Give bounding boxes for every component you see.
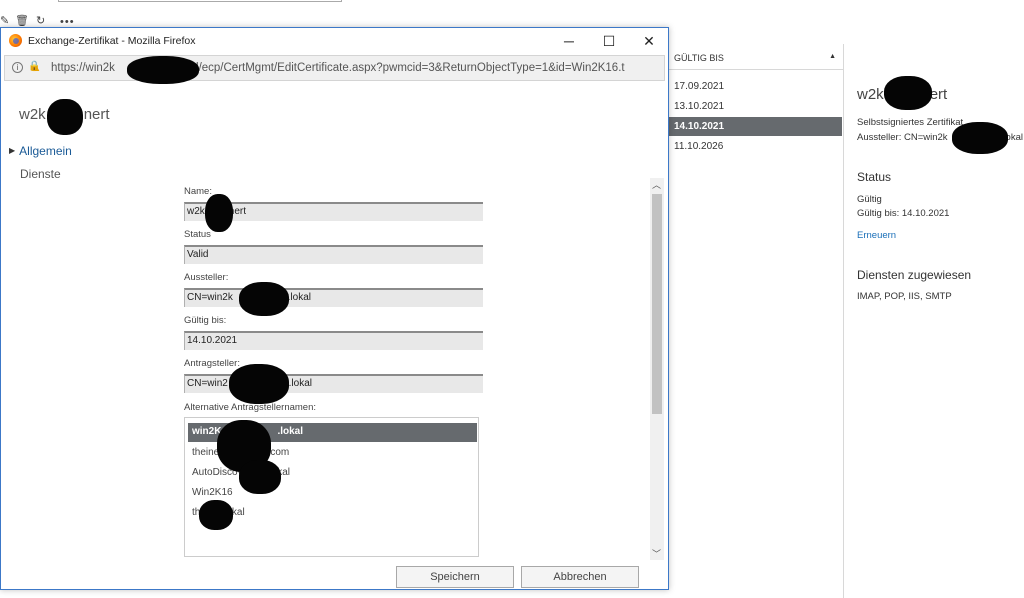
- status-label: Status: [184, 229, 211, 240]
- nav-item-services[interactable]: Dienste: [20, 167, 61, 181]
- redaction-mark: [205, 194, 233, 232]
- admin-toolbar: ✎ 🗑 ↻ •••: [0, 0, 80, 28]
- renew-link[interactable]: Erneuern: [857, 230, 896, 241]
- detail-valid-until: Gültig bis: 14.10.2021: [857, 208, 950, 219]
- save-button[interactable]: Speichern: [396, 566, 514, 588]
- status-field[interactable]: Valid: [184, 245, 483, 264]
- firefox-logo-icon: [9, 34, 22, 47]
- scrollbar-thumb[interactable]: [652, 194, 662, 414]
- minimize-button[interactable]: ─: [549, 30, 589, 52]
- address-bar[interactable]: i 🔒 ▲ https://win2k lokal/ecp/CertMgmt/Edi…: [4, 55, 665, 81]
- window-title: Exchange-Zertifikat - Mozilla Firefox: [28, 35, 196, 47]
- nav-item-general[interactable]: ▶ Allgemein: [9, 144, 72, 158]
- sort-ascending-icon: ▲: [829, 53, 836, 60]
- detail-status-value: Gültig: [857, 194, 882, 205]
- redaction-mark: [229, 364, 289, 404]
- list-item[interactable]: 17.09.2021: [668, 77, 842, 96]
- valid-until-field[interactable]: 14.10.2021: [184, 331, 483, 350]
- page-scrollbar[interactable]: ︿ ﹀: [650, 178, 664, 560]
- firefox-window: Exchange-Zertifikat - Mozilla Firefox ─ …: [0, 27, 669, 590]
- alt-names-label: Alternative Antragstellernamen:: [184, 402, 317, 413]
- list-item[interactable]: 13.10.2021: [668, 97, 842, 116]
- certificate-list: GÜLTIG BIS ▲ 17.09.2021 13.10.2021 14.10…: [668, 44, 844, 598]
- search-box[interactable]: [58, 0, 342, 2]
- refresh-icon[interactable]: ↻: [36, 14, 45, 27]
- redaction-mark: [199, 500, 233, 530]
- requester-label: Antragsteller:: [184, 358, 240, 369]
- detail-status-heading: Status: [857, 170, 892, 184]
- edit-certificate-page: w2k nert ▶ Allgemein Dienste Name: w2k nert…: [1, 82, 668, 589]
- info-icon[interactable]: i: [12, 62, 23, 73]
- redaction-mark: [884, 76, 932, 110]
- issuer-label: Aussteller:: [184, 272, 229, 283]
- pencil-icon[interactable]: ✎: [0, 14, 9, 27]
- list-item[interactable]: 11.10.2026: [668, 137, 842, 156]
- redaction-mark: [952, 122, 1008, 154]
- redaction-mark: [127, 56, 199, 84]
- name-label: Name:: [184, 186, 212, 197]
- issuer-field[interactable]: CN=win2k t.lokal: [184, 288, 483, 307]
- valid-until-label: Gültig bis:: [184, 315, 227, 326]
- detail-services-value: IMAP, POP, IIS, SMTP: [857, 291, 952, 302]
- redaction-mark: [239, 282, 289, 316]
- list-item-selected[interactable]: 14.10.2021: [668, 117, 842, 136]
- redaction-mark: [47, 99, 83, 135]
- insecure-lock-icon[interactable]: 🔒 ▲: [28, 61, 41, 73]
- detail-cert-type: Selbstsigniertes Zertifikat: [857, 117, 964, 128]
- maximize-button[interactable]: ☐: [589, 30, 629, 52]
- caret-right-icon: ▶: [9, 146, 16, 155]
- redaction-mark: [239, 460, 281, 494]
- window-titlebar[interactable]: Exchange-Zertifikat - Mozilla Firefox ─ …: [1, 28, 668, 55]
- alt-name-item[interactable]: Win2K16: [188, 484, 477, 503]
- details-pane: w2k ert Selbstsigniertes Zertifikat Ausst…: [844, 44, 1024, 598]
- close-button[interactable]: ✕: [629, 30, 669, 52]
- cancel-button[interactable]: Abbrechen: [521, 566, 639, 588]
- trash-icon[interactable]: 🗑: [15, 14, 29, 27]
- scroll-up-icon[interactable]: ︿: [652, 178, 661, 191]
- detail-services-heading: Diensten zugewiesen: [857, 268, 972, 282]
- scroll-down-icon[interactable]: ﹀: [652, 547, 661, 560]
- column-header-valid-until[interactable]: GÜLTIG BIS ▲: [668, 44, 844, 70]
